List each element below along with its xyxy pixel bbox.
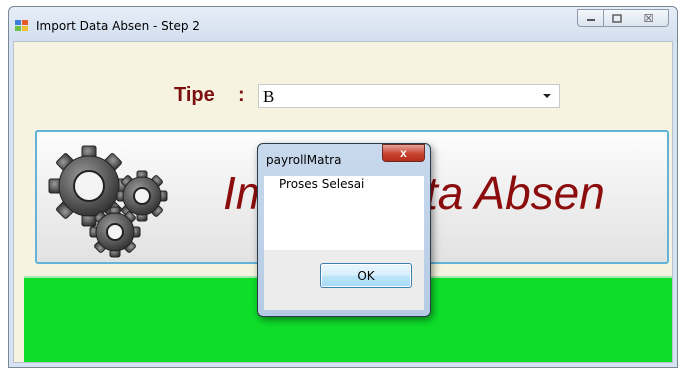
tipe-dropdown[interactable]: B [258,84,560,108]
message-dialog: payrollMatra x Proses Selesai OK [257,143,431,317]
minimize-button[interactable] [577,9,603,27]
dialog-title: payrollMatra [266,153,342,167]
ok-button[interactable]: OK [320,263,412,288]
app-icon [15,19,29,31]
close-icon: ☒ [643,12,654,25]
dialog-message: Proses Selesai [279,177,365,191]
tipe-label: Tipe [174,84,215,106]
tipe-colon: : [238,84,245,106]
chevron-down-icon[interactable] [543,94,551,98]
maximize-icon [611,13,622,23]
gears-icon [48,145,168,258]
dialog-close-button[interactable]: x [382,144,425,162]
close-icon: x [400,146,407,160]
close-button[interactable]: ☒ [629,9,669,27]
window-title: Import Data Absen - Step 2 [36,19,200,33]
tipe-selected-value: B [263,87,275,106]
title-bar[interactable]: Import Data Absen - Step 2 ☒ [9,7,677,41]
caption-buttons: ☒ [577,9,669,29]
maximize-button[interactable] [603,9,629,27]
minimize-icon [586,19,595,21]
